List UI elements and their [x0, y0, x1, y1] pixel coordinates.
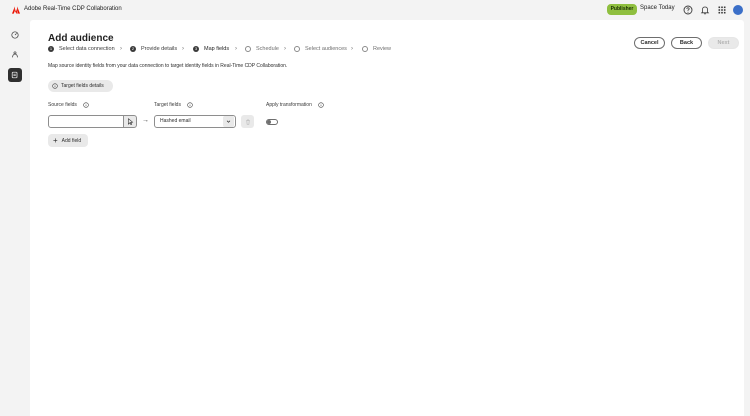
apps-grid-icon[interactable]: [717, 5, 727, 15]
step-schedule[interactable]: Schedule: [245, 46, 279, 52]
details-button-label: Target fields details: [61, 83, 104, 89]
bell-icon[interactable]: [700, 5, 710, 15]
delete-row-button[interactable]: [241, 115, 254, 128]
org-switcher[interactable]: Space Today: [640, 5, 675, 11]
next-button[interactable]: Next: [708, 37, 739, 49]
target-fields-header: Target fields: [154, 102, 193, 108]
step-provide-details[interactable]: 2 Provide details: [130, 46, 177, 52]
toggle-knob: [267, 120, 271, 124]
chevron-right-icon: ›: [235, 46, 237, 52]
step-label: Provide details: [141, 46, 178, 52]
page-description: Map source identity fields from your dat…: [48, 63, 288, 69]
avatar[interactable]: [733, 5, 743, 15]
sidebar-item-connections[interactable]: [8, 48, 22, 62]
step-circle: [362, 46, 368, 52]
dashboard-icon: [11, 31, 19, 39]
sidebar-item-audiences[interactable]: [8, 68, 22, 82]
info-icon: [52, 83, 58, 89]
source-fields-label: Source fields: [48, 102, 77, 108]
main-panel: Add audience Cancel Back Next 1 Select d…: [30, 20, 744, 416]
trash-icon: [245, 119, 250, 125]
step-select-data-connection[interactable]: 1 Select data connection: [48, 46, 115, 52]
step-select-audiences[interactable]: Select audiences: [294, 46, 347, 52]
step-review[interactable]: Review: [362, 46, 391, 52]
help-icon[interactable]: [683, 5, 693, 15]
apply-transformation-header: Apply transformation: [266, 102, 324, 108]
connections-icon: [12, 51, 18, 58]
info-icon[interactable]: [83, 102, 89, 108]
plus-icon: +: [53, 135, 58, 145]
page-title: Add audience: [48, 33, 114, 44]
adobe-logo-icon[interactable]: [12, 6, 20, 14]
step-number: 2: [130, 46, 136, 52]
step-number: 1: [48, 46, 54, 52]
cancel-button[interactable]: Cancel: [634, 37, 665, 49]
sidebar: »: [0, 20, 30, 416]
step-label: Select audiences: [305, 46, 347, 52]
role-badge: Publisher: [607, 4, 637, 15]
step-circle: [294, 46, 300, 52]
chevron-right-icon: ›: [351, 46, 353, 52]
apply-transformation-toggle[interactable]: [266, 119, 278, 125]
target-fields-details-button[interactable]: Target fields details: [48, 80, 113, 92]
app-title[interactable]: Adobe Real-Time CDP Collaboration: [24, 6, 122, 12]
cursor-select-icon: [127, 118, 133, 125]
step-number: 3: [193, 46, 199, 52]
apply-transformation-label: Apply transformation: [266, 102, 312, 108]
chevron-right-icon: ›: [284, 46, 286, 52]
target-fields-label: Target fields: [154, 102, 181, 108]
step-label: Select data connection: [59, 46, 115, 52]
arrow-right-icon: →: [142, 117, 149, 124]
step-label: Review: [373, 46, 392, 52]
step-circle: [245, 46, 251, 52]
source-field-input[interactable]: [48, 115, 124, 128]
chevron-right-icon: ›: [120, 46, 122, 52]
top-bar: Adobe Real-Time CDP Collaboration Publis…: [0, 0, 750, 20]
info-icon[interactable]: [187, 102, 193, 108]
add-field-button[interactable]: + Add field: [48, 134, 88, 147]
chevron-right-icon: ›: [182, 46, 184, 52]
add-field-label: Add field: [61, 137, 82, 144]
back-button[interactable]: Back: [671, 37, 702, 49]
step-label: Schedule: [256, 46, 279, 52]
source-field-picker-button[interactable]: [123, 115, 137, 128]
audiences-icon: [11, 71, 18, 79]
step-label: Map fields: [204, 46, 230, 52]
source-fields-header: Source fields: [48, 102, 89, 108]
step-map-fields[interactable]: 3 Map fields: [193, 46, 229, 52]
sidebar-item-dashboard[interactable]: [8, 28, 22, 42]
chevron-down-icon[interactable]: [223, 116, 234, 127]
info-icon[interactable]: [318, 102, 324, 108]
